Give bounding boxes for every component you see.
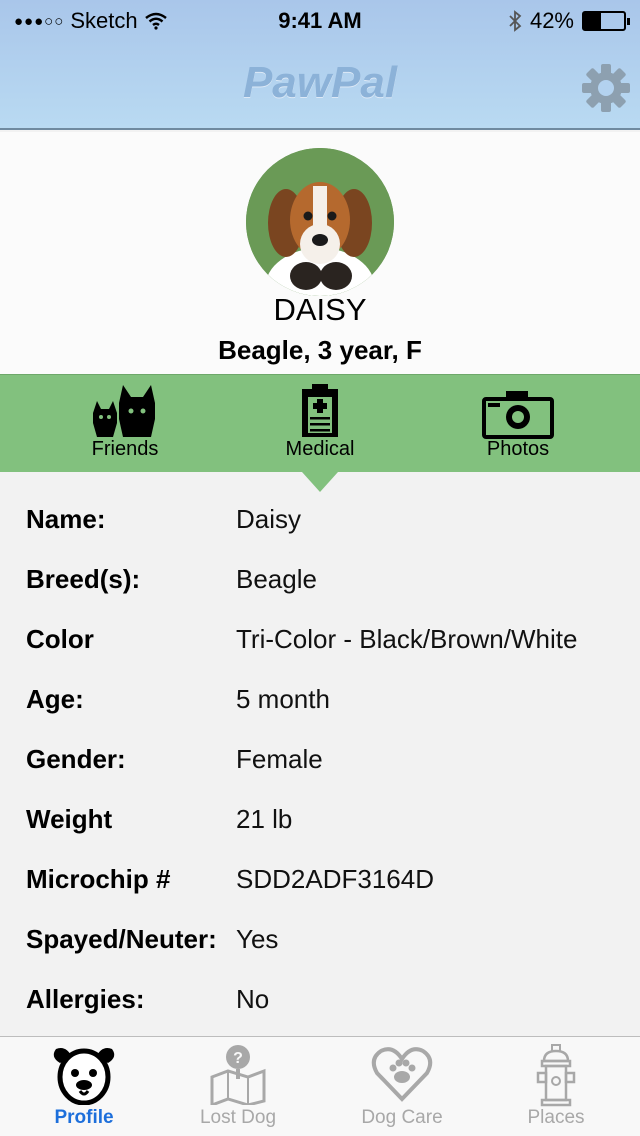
profile-tabs: Friends Medical Photos	[0, 374, 640, 472]
tabbar-item-places[interactable]: Places	[476, 1037, 636, 1136]
detail-value: Yes	[236, 924, 279, 954]
tabbar-label-lost-dog: Lost Dog	[199, 1107, 277, 1128]
detail-value: Beagle	[236, 564, 317, 594]
dog-name: DAISY	[273, 292, 367, 327]
friends-icon	[93, 385, 155, 437]
bluetooth-icon	[509, 10, 522, 32]
detail-value: 5 month	[236, 684, 330, 714]
map-question-icon: ?	[210, 1045, 266, 1105]
fire-hydrant-icon	[536, 1044, 576, 1107]
detail-value: Daisy	[236, 504, 302, 534]
dog-description: Beagle, 3 year, F	[218, 335, 422, 365]
app-title: PawPal	[242, 58, 398, 107]
detail-row-microchip: Microchip # SDD2ADF3164D	[0, 850, 640, 910]
clipboard-icon	[302, 384, 338, 437]
tab-medical[interactable]: Medical	[240, 375, 400, 473]
detail-label: Gender:	[26, 744, 126, 774]
tabbar-label-places: Places	[527, 1107, 585, 1128]
svg-text:?: ?	[233, 1050, 243, 1067]
detail-value: No	[236, 984, 270, 1014]
detail-row-gender: Gender: Female	[0, 730, 640, 790]
heart-paw-icon	[371, 1047, 433, 1102]
tab-photos-label: Photos	[486, 438, 550, 460]
avatar[interactable]	[246, 148, 394, 296]
detail-label: Color	[26, 624, 94, 654]
battery-percent: 42%	[529, 8, 574, 33]
detail-row-name: Name: Daisy	[0, 490, 640, 550]
tab-medical-label: Medical	[285, 438, 355, 460]
gear-icon[interactable]	[580, 62, 632, 114]
detail-row-weight: Weight 21 lb	[0, 790, 640, 850]
tabbar-label-profile: Profile	[54, 1107, 114, 1128]
detail-row-spayed: Spayed/Neuter: Yes	[0, 910, 640, 970]
detail-value: SDD2ADF3164D	[236, 864, 434, 894]
tabbar-item-lost-dog[interactable]: ? Lost Dog	[158, 1037, 318, 1136]
camera-icon	[482, 391, 554, 439]
tabbar-item-profile[interactable]: Profile	[4, 1037, 164, 1136]
detail-value: Female	[236, 744, 323, 774]
tab-friends[interactable]: Friends	[45, 375, 205, 473]
battery-level	[584, 13, 601, 29]
status-right: 42%	[508, 8, 630, 34]
detail-row-age: Age: 5 month	[0, 670, 640, 730]
detail-label: Allergies:	[26, 984, 145, 1014]
dog-photo	[246, 148, 394, 296]
detail-label: Weight	[26, 804, 113, 834]
detail-label: Microchip #	[26, 864, 171, 894]
detail-label: Spayed/Neuter:	[26, 924, 217, 954]
detail-row-color: Color Tri-Color - Black/Brown/White	[0, 610, 640, 670]
bottom-tab-bar: Profile ? Lost Dog Dog Care Places	[0, 1036, 640, 1136]
status-bar: ●●●○○ Sketch 9:41 AM 42%	[0, 0, 640, 40]
detail-value: 21 lb	[236, 804, 293, 834]
detail-row-allergies: Allergies: No	[0, 970, 640, 1030]
tabbar-item-dog-care[interactable]: Dog Care	[322, 1037, 482, 1136]
selected-tab-pointer	[302, 472, 338, 492]
detail-value: Tri-Color - Black/Brown/White	[236, 624, 578, 654]
tab-friends-label: Friends	[91, 438, 159, 460]
detail-label: Age:	[26, 684, 84, 714]
detail-row-breed: Breed(s): Beagle	[0, 550, 640, 610]
profile-section: DAISY Beagle, 3 year, F	[0, 132, 640, 374]
battery-icon	[582, 11, 630, 31]
dog-face-icon	[53, 1048, 115, 1105]
detail-label: Name:	[26, 504, 106, 534]
header: ●●●○○ Sketch 9:41 AM 42% PawPal	[0, 0, 640, 130]
tabbar-label-dog-care: Dog Care	[361, 1107, 443, 1128]
detail-label: Breed(s):	[26, 564, 141, 594]
tab-photos[interactable]: Photos	[438, 375, 598, 473]
